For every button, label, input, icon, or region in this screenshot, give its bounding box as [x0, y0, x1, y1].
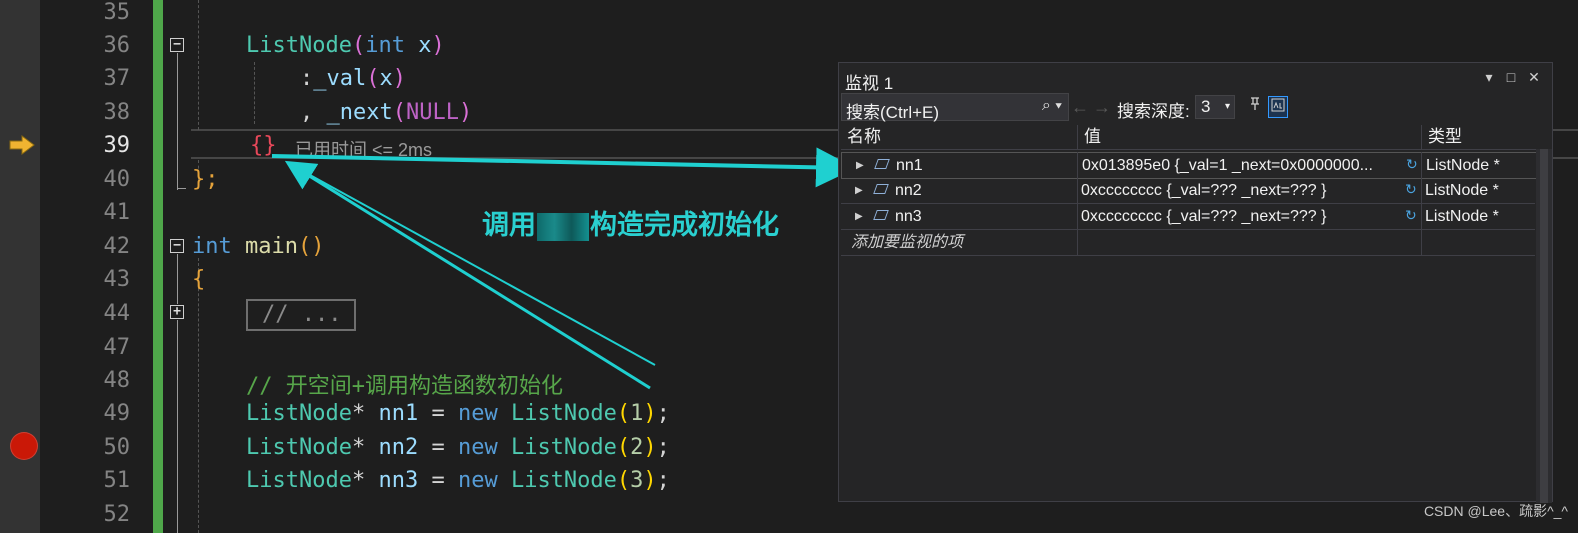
column-name-header[interactable]: 名称 [841, 125, 1077, 149]
pin-icon[interactable] [1245, 96, 1265, 118]
watermark: CSDN @Lee、疏影^_^ [1423, 503, 1568, 519]
search-forward-icon[interactable]: → [1093, 97, 1111, 118]
watch-row-value[interactable]: 0xcccccccc {_val=??? _next=??? } [1081, 204, 1403, 229]
column-divider [1421, 152, 1422, 256]
annotation-text-after: 构造完成初始化 [590, 210, 779, 241]
watch-search-input[interactable]: 搜索(Ctrl+E) ⌕ ▾ [841, 93, 1069, 122]
watch-row-type: ListNode * [1425, 182, 1499, 199]
watch-row-name: nn3 [895, 208, 922, 225]
annotation-text: 调用 构造完成初始化 [482, 203, 779, 242]
add-watch-row[interactable]: 添加要监视的项 [841, 230, 1535, 256]
watch-vertical-scrollbar[interactable] [1536, 149, 1552, 503]
variable-icon [873, 210, 889, 220]
watch-row-name: nn1 [896, 157, 923, 174]
add-watch-placeholder[interactable]: 添加要监视的项 [851, 230, 1071, 255]
column-value-header[interactable]: 值 [1077, 125, 1421, 149]
column-divider [1077, 152, 1078, 256]
watch-row[interactable]: ▶ nn1 0x013895e0 {_val=1 _next=0x0000000… [841, 152, 1537, 179]
column-type-header[interactable]: 类型 [1421, 125, 1552, 149]
expand-icon[interactable]: ▶ [855, 204, 863, 229]
maximize-icon[interactable]: □ [1502, 69, 1520, 85]
search-depth-value: 3 [1201, 97, 1211, 116]
watch-window-title: 监视 1 [845, 74, 894, 93]
watch-row-type: ListNode * [1426, 157, 1500, 174]
watch-row-value[interactable]: 0x013895e0 {_val=1 _next=0x0000000... [1082, 153, 1404, 178]
hex-display-icon[interactable] [1268, 96, 1288, 118]
annotation-arrow-to-braces [284, 160, 651, 390]
expand-icon[interactable]: ▶ [856, 153, 864, 178]
search-depth-label: 搜索深度: [1117, 102, 1190, 121]
watch-window[interactable]: 监视 1 ▾ □ ✕ 搜索(Ctrl+E) ⌕ ▾ ← → 搜索深度: 3 ▾ 名… [838, 62, 1553, 503]
annotation-arrow-to-watch [271, 147, 856, 188]
window-position-dropdown-icon[interactable]: ▾ [1480, 69, 1498, 86]
redacted-mosaic [537, 212, 589, 241]
watch-grid-header: 名称 值 类型 [841, 125, 1552, 150]
variable-icon [873, 184, 889, 194]
search-back-icon[interactable]: ← [1071, 97, 1089, 118]
watch-row[interactable]: ▶ nn2 0xcccccccc {_val=??? _next=??? } ↻… [841, 178, 1535, 204]
refresh-icon[interactable]: ↻ [1405, 181, 1417, 198]
watch-row[interactable]: ▶ nn3 0xcccccccc {_val=??? _next=??? } ↻… [841, 204, 1535, 230]
search-depth-select[interactable]: 3 ▾ [1195, 95, 1235, 119]
watch-row-value[interactable]: 0xcccccccc {_val=??? _next=??? } [1081, 178, 1403, 203]
refresh-icon[interactable]: ↻ [1405, 207, 1417, 224]
chevron-down-icon: ▾ [1224, 101, 1230, 112]
watch-row-type: ListNode * [1425, 208, 1499, 225]
variable-icon [874, 159, 890, 169]
watch-row-name: nn2 [895, 182, 922, 199]
annotation-arrow-to-braces [289, 163, 656, 366]
annotation-text-before: 调用 [482, 210, 536, 241]
close-icon[interactable]: ✕ [1525, 69, 1543, 86]
search-placeholder: 搜索(Ctrl+E) [846, 103, 940, 122]
refresh-icon[interactable]: ↻ [1406, 156, 1418, 173]
expand-icon[interactable]: ▶ [855, 178, 863, 203]
search-icon[interactable]: ⌕ ▾ [1042, 97, 1062, 115]
